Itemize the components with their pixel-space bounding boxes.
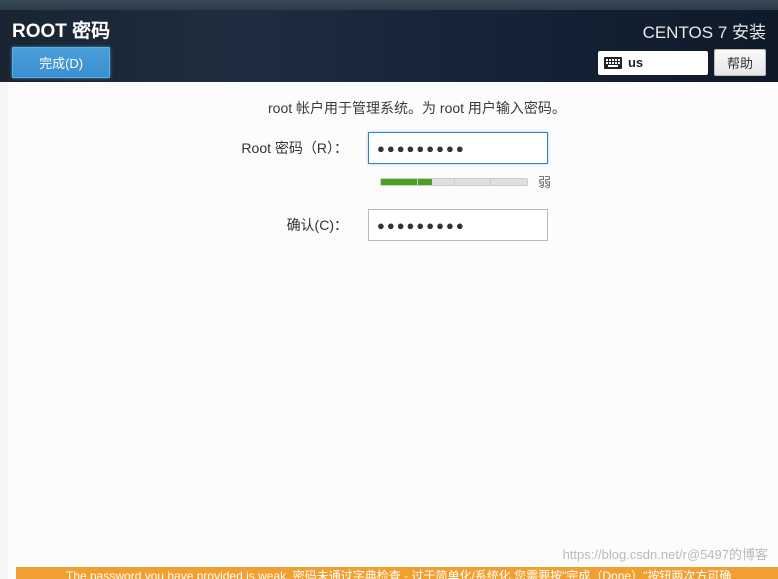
- strength-row: 弱: [8, 172, 778, 191]
- keyboard-layout-indicator[interactable]: us: [598, 51, 708, 75]
- warning-bar: The password you have provided is weak. …: [16, 567, 778, 579]
- help-button[interactable]: 帮助: [714, 49, 766, 76]
- header-right: CENTOS 7 安装 us 帮助: [598, 10, 766, 76]
- password-label: Root 密码（R）：: [8, 138, 354, 158]
- confirm-row: 确认(C)：: [8, 209, 778, 241]
- password-row: Root 密码（R）：: [8, 132, 778, 164]
- strength-label: 弱: [538, 172, 551, 191]
- description-text: root 帐户用于管理系统。为 root 用户输入密码。: [8, 98, 778, 118]
- header-left: ROOT 密码 完成(D): [12, 10, 110, 78]
- confirm-label: 确认(C)：: [8, 215, 354, 235]
- content-area: root 帐户用于管理系统。为 root 用户输入密码。 Root 密码（R）：…: [8, 82, 778, 579]
- keyboard-icon: [604, 57, 622, 69]
- installer-title: CENTOS 7 安装: [643, 18, 766, 43]
- confirm-password-input[interactable]: [368, 209, 548, 241]
- root-password-input[interactable]: [368, 132, 548, 164]
- page-title: ROOT 密码: [12, 16, 110, 43]
- header-bar: ROOT 密码 完成(D) CENTOS 7 安装 us 帮助: [0, 10, 778, 82]
- done-button[interactable]: 完成(D): [12, 47, 110, 78]
- header-toolbar: us 帮助: [598, 49, 766, 76]
- strength-segments: [381, 179, 527, 185]
- watermark-text: https://blog.csdn.net/r@5497的博客: [563, 544, 768, 563]
- window-topbar: [0, 0, 778, 10]
- keyboard-layout-text: us: [628, 55, 643, 70]
- password-strength-meter: [380, 178, 528, 186]
